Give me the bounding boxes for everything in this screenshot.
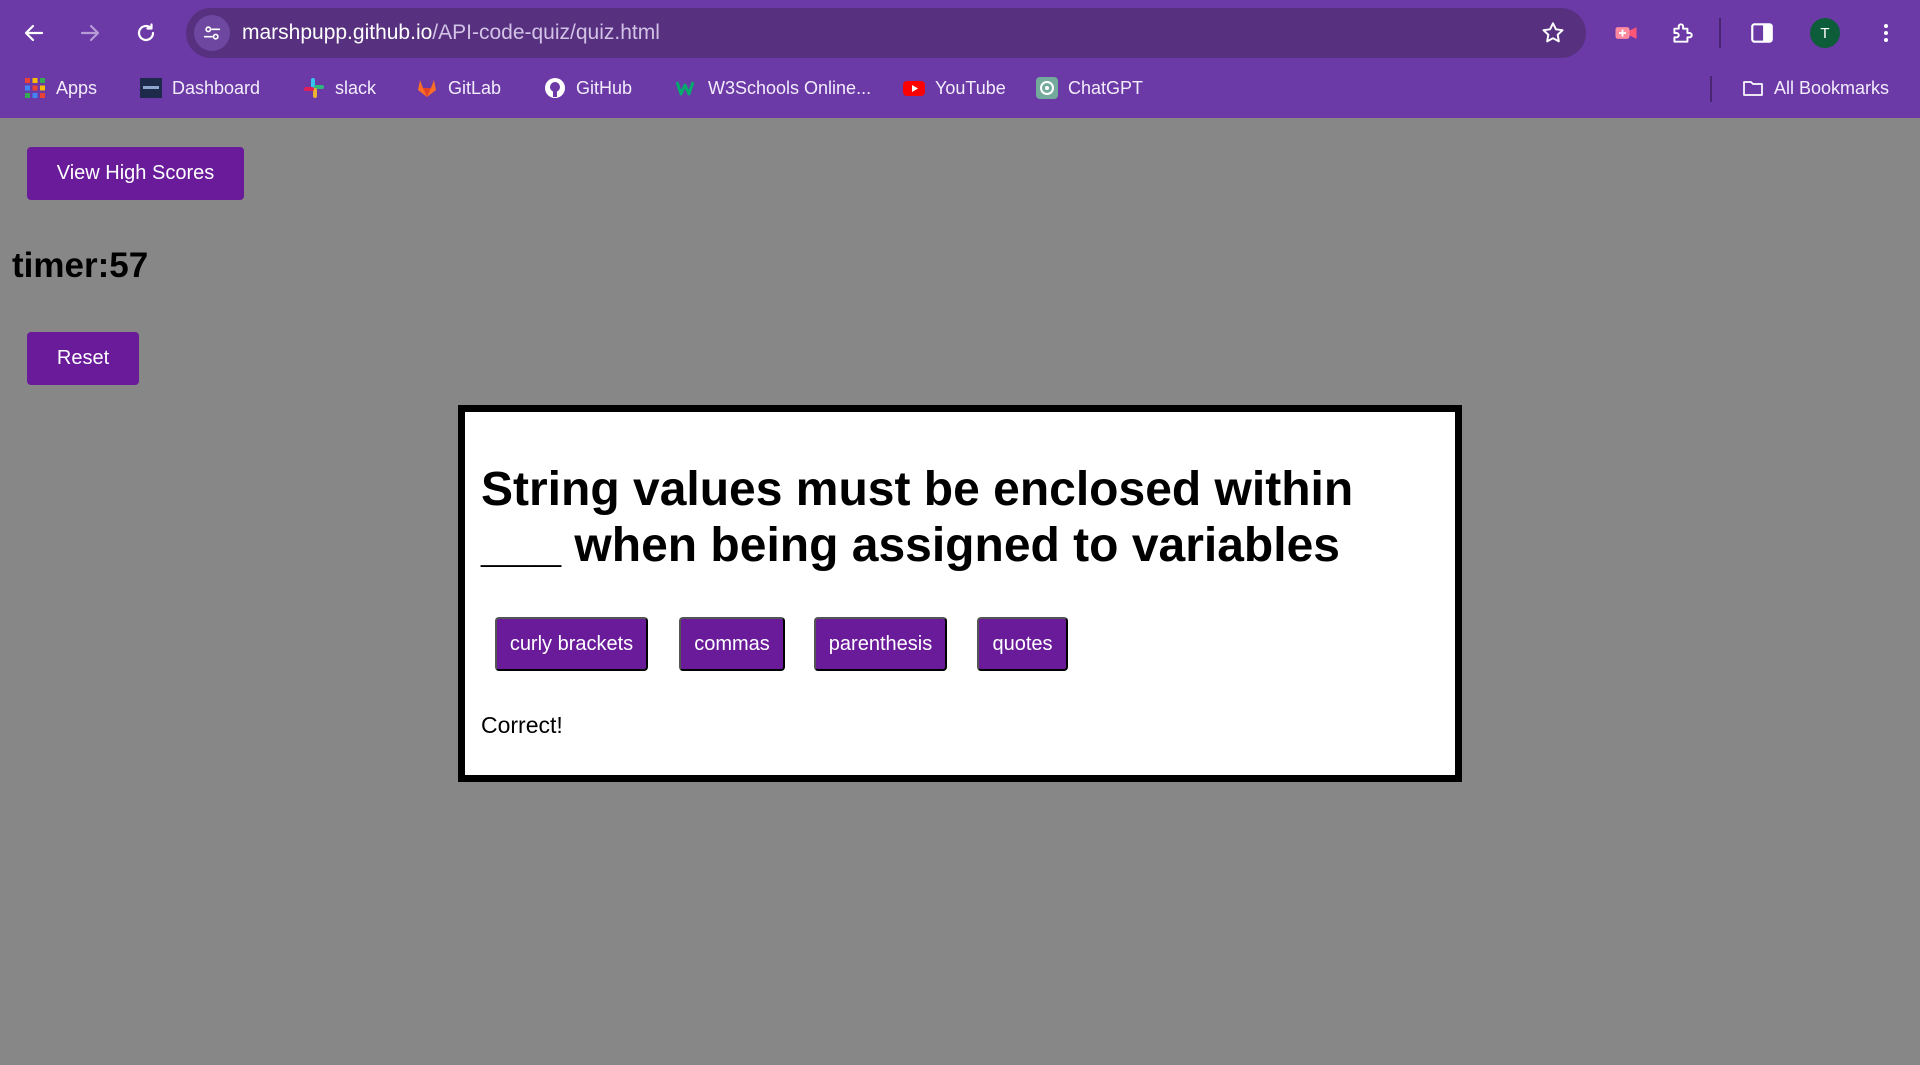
youtube-icon xyxy=(903,81,925,96)
bookmark-label: GitLab xyxy=(448,77,502,98)
answer-feedback: Correct! xyxy=(481,712,563,738)
slack-icon xyxy=(304,78,324,98)
bookmark-gitlab[interactable]: GitLab xyxy=(416,74,501,102)
more-vertical-icon xyxy=(1884,24,1888,42)
dashboard-icon xyxy=(140,78,162,98)
bookmark-label: Dashboard xyxy=(172,77,261,98)
side-panel-button[interactable] xyxy=(1746,17,1778,49)
browser-menu-button[interactable] xyxy=(1870,17,1902,49)
browser-toolbar: marshpupp.github.io/API-code-quiz/quiz.h… xyxy=(0,0,1920,66)
browser-chrome: marshpupp.github.io/API-code-quiz/quiz.h… xyxy=(0,0,1920,118)
reload-button[interactable] xyxy=(126,13,166,53)
bookmark-label: ChatGPT xyxy=(1068,77,1144,98)
bookmark-apps[interactable]: Apps xyxy=(24,74,97,102)
apps-grid-icon xyxy=(25,78,45,98)
forward-arrow-icon xyxy=(80,24,100,42)
choice-quotes-button[interactable]: quotes xyxy=(977,617,1068,671)
bookmark-chatgpt[interactable]: ChatGPT xyxy=(1036,74,1143,102)
folder-icon xyxy=(1743,81,1763,96)
bookmark-w3schools[interactable]: W3Schools Online... xyxy=(676,74,871,102)
bookmark-label: GitHub xyxy=(576,77,633,98)
back-button[interactable] xyxy=(14,13,54,53)
side-panel-icon xyxy=(1751,23,1773,43)
bookmark-slack[interactable]: slack xyxy=(303,74,376,102)
bookmark-label: slack xyxy=(335,77,377,98)
timer-display: timer:57 xyxy=(12,246,149,285)
extension-clipchamp-button[interactable] xyxy=(1610,17,1642,49)
site-info-button[interactable] xyxy=(194,15,230,51)
bookmarks-divider xyxy=(1710,76,1712,102)
url-text[interactable]: marshpupp.github.io/API-code-quiz/quiz.h… xyxy=(242,21,660,45)
all-bookmarks-label: All Bookmarks xyxy=(1774,77,1890,98)
url-path: /API-code-quiz/quiz.html xyxy=(432,21,660,44)
bookmark-youtube[interactable]: YouTube xyxy=(903,74,1006,102)
url-host: marshpupp.github.io xyxy=(242,21,433,44)
bookmarks-bar: Apps Dashboard slack GitLab GitHub W3Sch… xyxy=(0,70,1920,106)
extensions-button[interactable] xyxy=(1666,17,1698,49)
quiz-card: String values must be enclosed within __… xyxy=(458,405,1462,782)
address-bar[interactable]: marshpupp.github.io/API-code-quiz/quiz.h… xyxy=(186,8,1586,58)
reload-icon xyxy=(137,23,155,42)
choice-curly-brackets-button[interactable]: curly brackets xyxy=(495,617,648,671)
reset-button[interactable]: Reset xyxy=(27,332,139,385)
bookmark-label: Apps xyxy=(56,77,98,98)
puzzle-piece-icon xyxy=(1673,23,1693,43)
choice-parenthesis-button[interactable]: parenthesis xyxy=(814,617,947,671)
video-extension-icon xyxy=(1615,27,1637,39)
bookmark-label: W3Schools Online... xyxy=(708,77,872,98)
github-icon xyxy=(545,78,565,98)
view-high-scores-button[interactable]: View High Scores xyxy=(27,147,244,200)
question-text: String values must be enclosed within __… xyxy=(481,463,1354,572)
toolbar-divider xyxy=(1719,18,1721,48)
w3schools-icon xyxy=(676,81,695,96)
bookmark-github[interactable]: GitHub xyxy=(544,74,632,102)
tune-icon xyxy=(203,26,221,40)
chatgpt-icon xyxy=(1036,77,1058,99)
all-bookmarks-button[interactable]: All Bookmarks xyxy=(1742,74,1889,102)
bookmark-dashboard[interactable]: Dashboard xyxy=(140,74,260,102)
bookmark-label: YouTube xyxy=(935,77,1006,98)
profile-avatar[interactable]: T xyxy=(1810,18,1840,48)
gitlab-icon xyxy=(418,80,436,97)
choice-commas-button[interactable]: commas xyxy=(679,617,785,671)
bookmark-star-icon[interactable] xyxy=(1540,20,1566,46)
back-arrow-icon xyxy=(24,24,44,42)
forward-button[interactable] xyxy=(70,13,110,53)
